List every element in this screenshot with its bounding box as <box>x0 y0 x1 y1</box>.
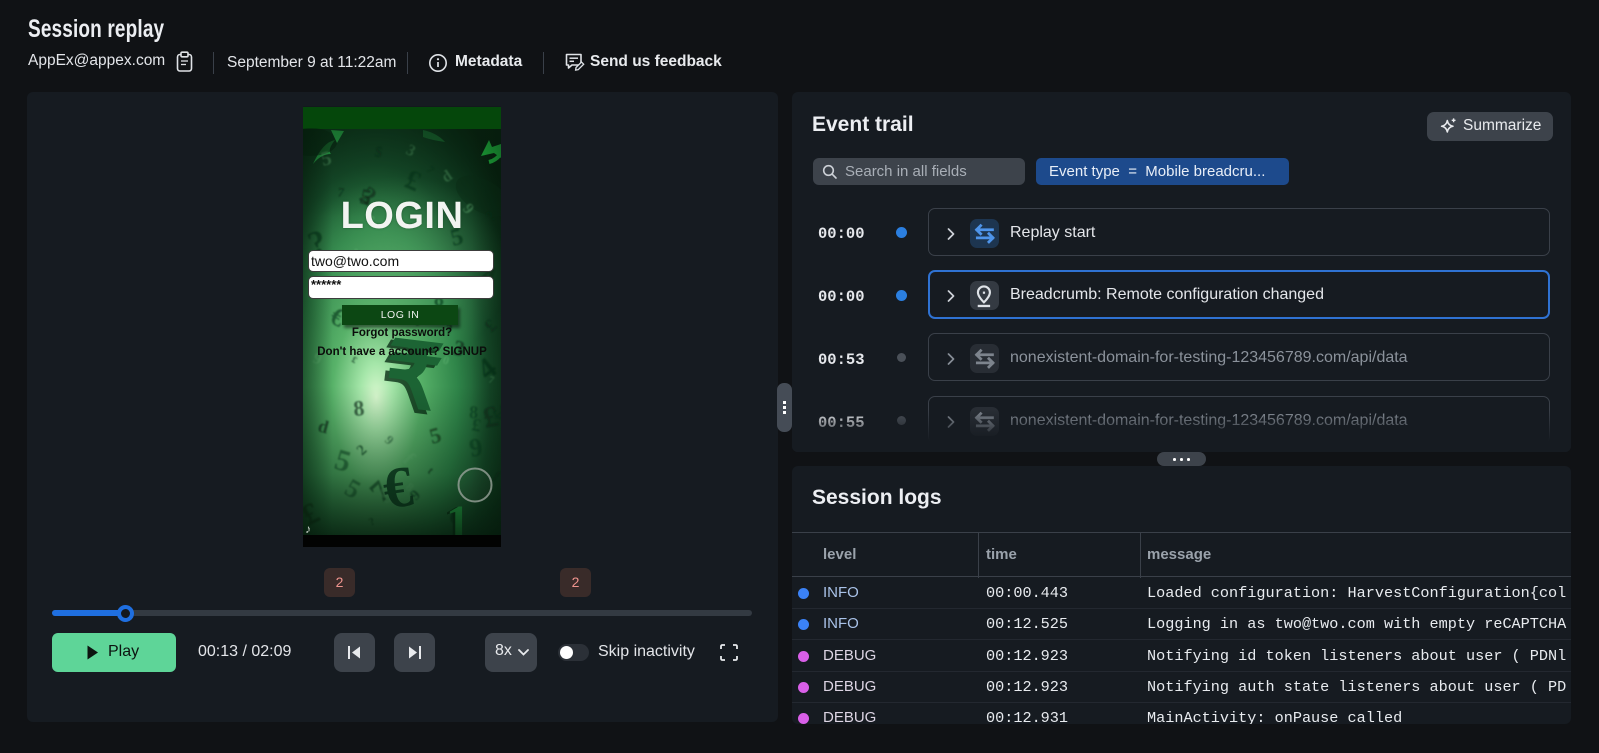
svg-text:♪: ♪ <box>305 522 311 536</box>
